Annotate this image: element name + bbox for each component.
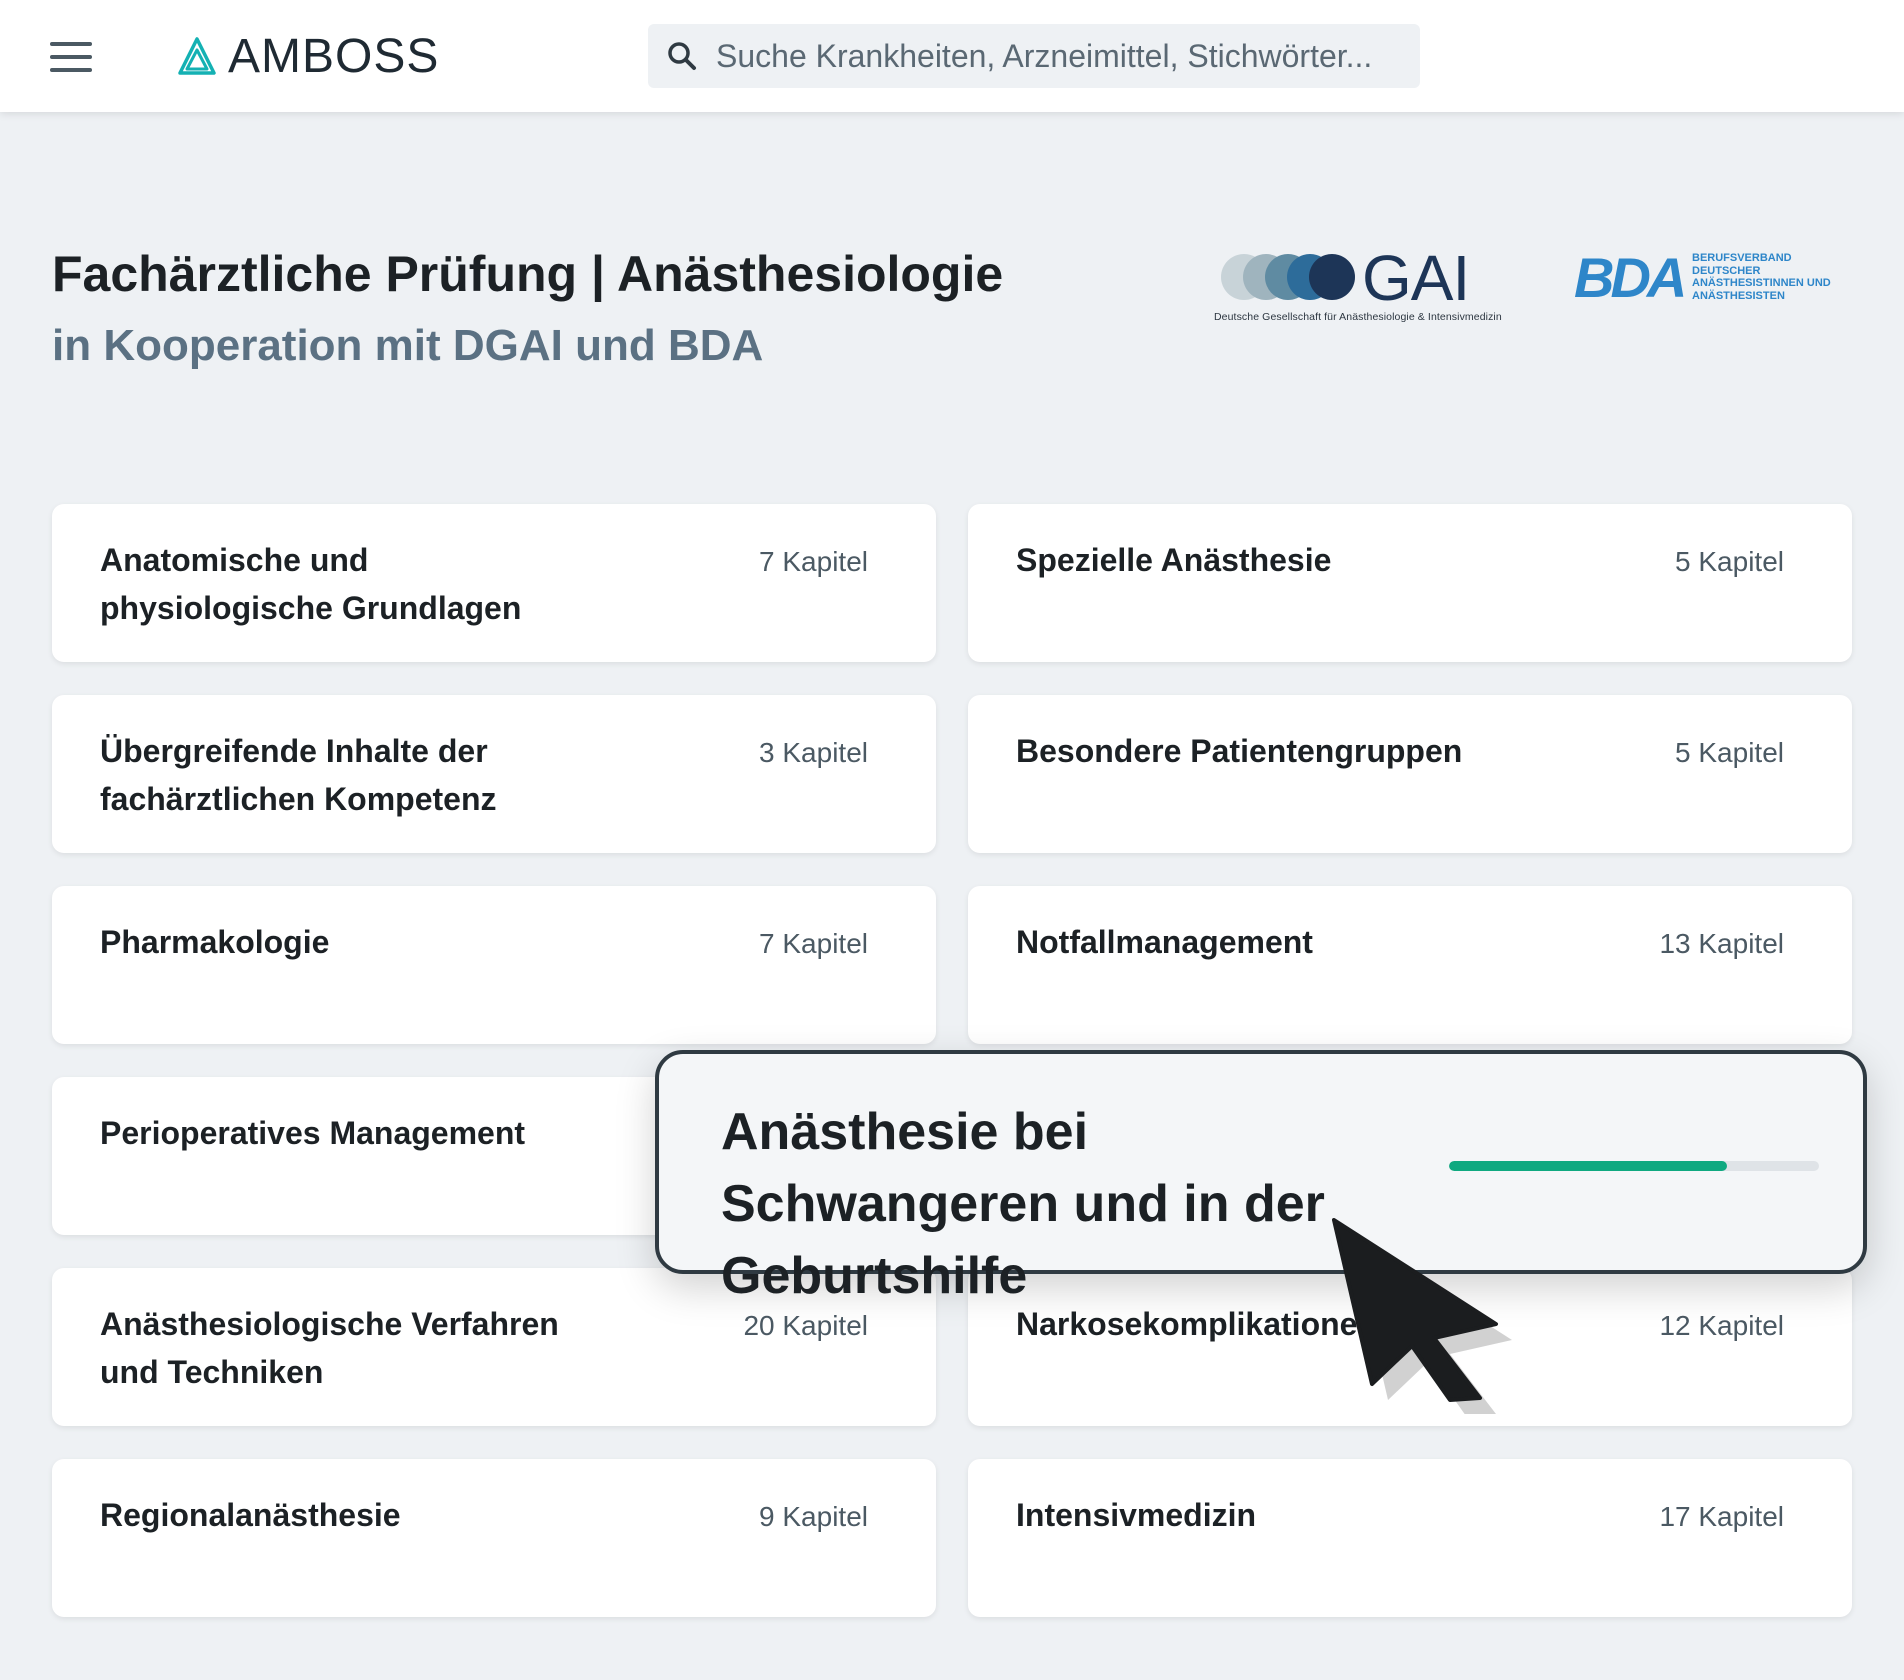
- bda-mark: BDA: [1574, 246, 1687, 309]
- highlighted-chapter-title: Anästhesie bei Schwangeren und in der Ge…: [721, 1103, 1325, 1305]
- logo-text: AMBOSS: [228, 29, 440, 83]
- topic-card-uebergreifende-inhalte[interactable]: Übergreifende Inhalte der fachärztlichen…: [52, 695, 936, 853]
- search-input[interactable]: [716, 37, 1396, 75]
- page-heading: Fachärztliche Prüfung | Anästhesiologie …: [52, 244, 1003, 376]
- card-title: Notfallmanagement: [1016, 924, 1313, 960]
- card-title: Intensivmedizin: [1016, 1497, 1257, 1533]
- topic-card-besondere-patientengruppen[interactable]: Besondere Patientengruppen 5 Kapitel: [968, 695, 1852, 853]
- card-title: Regionalanästhesie: [100, 1497, 401, 1533]
- card-title: Perioperatives Management: [100, 1115, 526, 1151]
- card-title: Anästhesiologische Verfahren und Technik…: [100, 1306, 559, 1390]
- card-chapter-count: 12 Kapitel: [1659, 1310, 1784, 1341]
- card-title: Spezielle Anästhesie: [1016, 542, 1332, 578]
- chapter-progress-fill: [1449, 1161, 1727, 1171]
- dgai-caption: Deutsche Gesellschaft für Anästhesiologi…: [1214, 311, 1502, 323]
- topic-card-pharmakologie[interactable]: Pharmakologie 7 Kapitel: [52, 886, 936, 1044]
- page-subtitle: in Kooperation mit DGAI und BDA: [52, 321, 764, 370]
- card-chapter-count: 7 Kapitel: [759, 928, 868, 959]
- hamburger-menu-icon[interactable]: [50, 42, 92, 72]
- top-navigation-bar: AMBOSS: [0, 0, 1904, 112]
- chapter-progress-bar: [1449, 1161, 1819, 1171]
- page-title: Fachärztliche Prüfung | Anästhesiologie: [52, 246, 1004, 302]
- amboss-logo[interactable]: AMBOSS: [178, 29, 440, 83]
- card-title: Anatomische und physiologische Grundlage…: [100, 542, 522, 626]
- card-chapter-count: 5 Kapitel: [1675, 546, 1784, 577]
- card-chapter-count: 17 Kapitel: [1659, 1501, 1784, 1532]
- amboss-triangle-logo-icon: [178, 37, 216, 75]
- search-icon: [668, 42, 696, 70]
- topic-card-anatomie[interactable]: Anatomische und physiologische Grundlage…: [52, 504, 936, 662]
- search-bar[interactable]: [648, 24, 1420, 88]
- card-title: Besondere Patientengruppen: [1016, 733, 1463, 769]
- mouse-pointer-icon: [1332, 1218, 1512, 1414]
- topic-card-regionalanaesthesie[interactable]: Regionalanästhesie 9 Kapitel: [52, 1459, 936, 1617]
- topic-card-intensivmedizin[interactable]: Intensivmedizin 17 Kapitel: [968, 1459, 1852, 1617]
- topic-card-notfallmanagement[interactable]: Notfallmanagement 13 Kapitel: [968, 886, 1852, 1044]
- card-chapter-count: 5 Kapitel: [1675, 737, 1784, 768]
- card-chapter-count: 3 Kapitel: [759, 737, 868, 768]
- card-chapter-count: 13 Kapitel: [1659, 928, 1784, 959]
- card-title: Übergreifende Inhalte der fachärztlichen…: [100, 733, 497, 817]
- card-chapter-count: 20 Kapitel: [743, 1310, 868, 1341]
- card-chapter-count: 7 Kapitel: [759, 546, 868, 577]
- highlighted-chapter-card[interactable]: Anästhesie bei Schwangeren und in der Ge…: [655, 1050, 1867, 1305]
- card-title: Pharmakologie: [100, 924, 330, 960]
- topic-card-spezielle-anaesthesie[interactable]: Spezielle Anästhesie 5 Kapitel: [968, 504, 1852, 662]
- card-chapter-count: 9 Kapitel: [759, 1501, 868, 1532]
- bda-text: BERUFSVERBAND DEUTSCHER ANÄSTHESISTINNEN…: [1692, 252, 1831, 302]
- dgai-wordmark: GAI: [1362, 242, 1470, 314]
